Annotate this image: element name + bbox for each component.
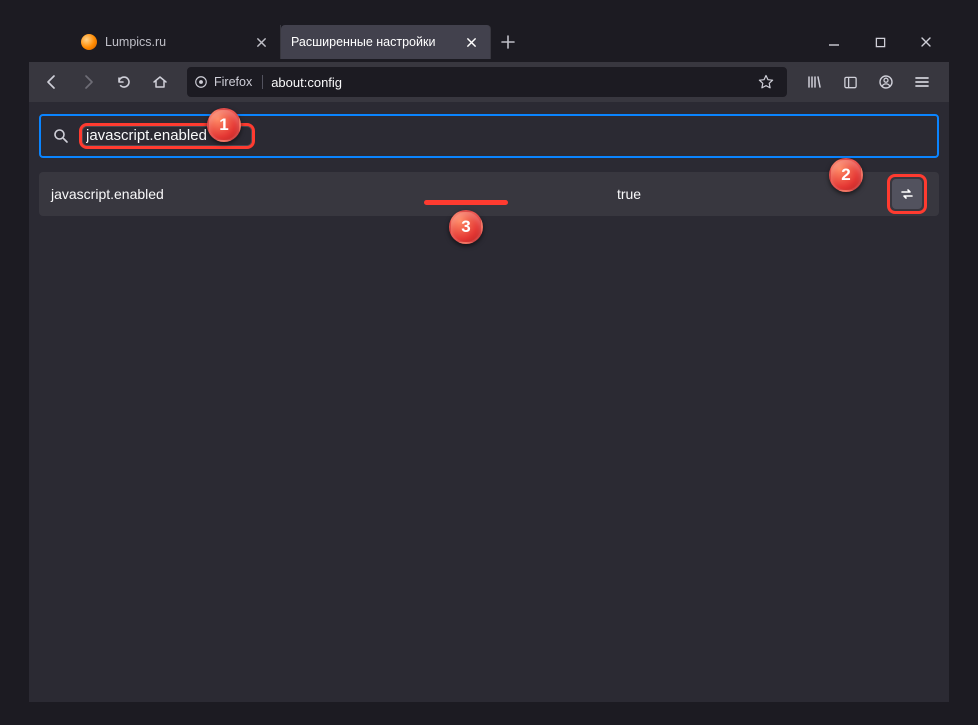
back-button[interactable] [35,66,69,98]
tab-title: Расширенные настройки [291,35,454,49]
reload-button[interactable] [107,66,141,98]
minimize-button[interactable] [811,22,857,62]
account-button[interactable] [869,66,903,98]
close-tab-icon[interactable] [252,33,270,51]
browser-window: Lumpics.ru Расширенные настройки [29,22,949,702]
tab-bar: Lumpics.ru Расширенные настройки [29,22,949,62]
forward-button[interactable] [71,66,105,98]
about-config-page: javascript.enabled true 1 2 3 [29,102,949,702]
search-icon [53,128,69,144]
config-search-bar[interactable] [39,114,939,158]
pref-row: javascript.enabled true [39,172,939,216]
window-controls [811,22,949,62]
toggle-arrows-icon [899,186,915,202]
tab-lumpics[interactable]: Lumpics.ru [71,25,281,59]
toolbar-right-group [797,66,943,98]
identity-label: Firefox [214,75,252,89]
nav-toolbar: Firefox about:config [29,62,949,102]
firefox-icon [194,75,208,89]
config-search-input[interactable] [86,127,246,144]
library-button[interactable] [797,66,831,98]
bookmark-star-icon[interactable] [752,68,780,96]
url-text: about:config [271,75,744,90]
pref-value: true [383,186,875,202]
favicon-icon [81,34,97,50]
close-window-button[interactable] [903,22,949,62]
sidebar-button[interactable] [833,66,867,98]
close-tab-icon[interactable] [462,33,480,51]
tab-about-config[interactable]: Расширенные настройки [281,25,491,59]
pref-name: javascript.enabled [51,186,371,202]
annotation-highlight-2 [887,174,927,214]
app-menu-button[interactable] [905,66,939,98]
home-button[interactable] [143,66,177,98]
identity-box[interactable]: Firefox [194,75,263,89]
tab-title: Lumpics.ru [105,35,244,49]
maximize-button[interactable] [857,22,903,62]
url-bar[interactable]: Firefox about:config [187,67,787,97]
annotation-highlight-1 [79,123,255,149]
new-tab-button[interactable] [491,25,525,59]
pref-toggle-button[interactable] [892,179,922,209]
